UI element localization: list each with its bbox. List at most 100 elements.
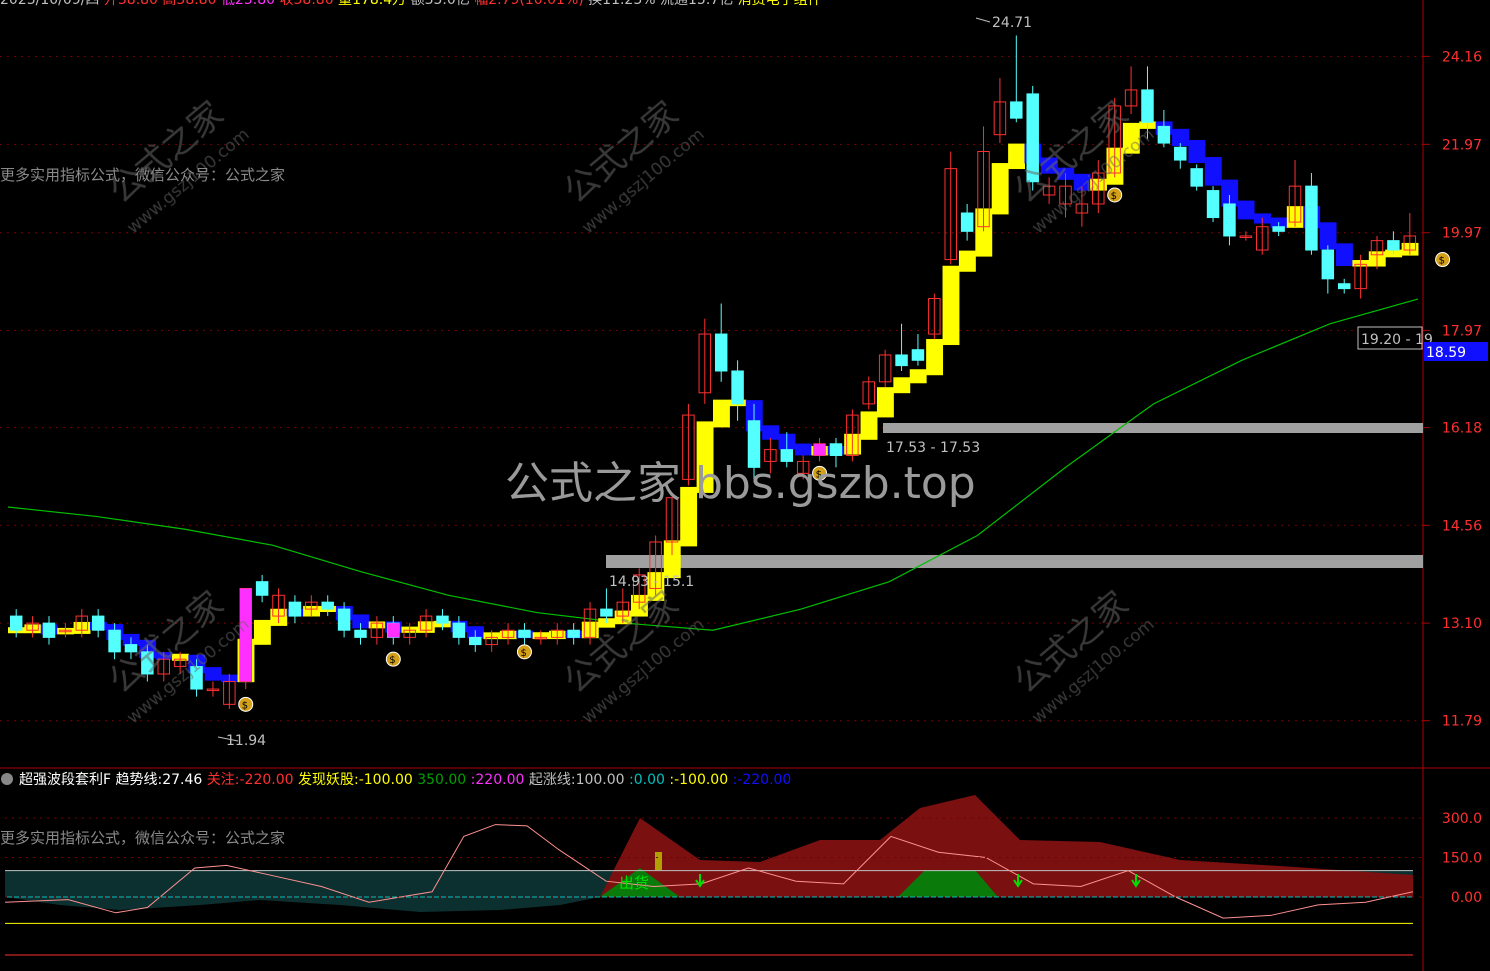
high-label: 24.71 bbox=[992, 15, 1032, 31]
candle-body bbox=[714, 333, 728, 372]
header-label: 幅 bbox=[470, 0, 488, 8]
header-value: 38.80 bbox=[118, 0, 158, 8]
header-value: 38.80 bbox=[294, 0, 334, 8]
indicator-tick-label: 300.0 bbox=[1442, 811, 1482, 827]
header-label: 开 bbox=[99, 0, 117, 8]
trend-block bbox=[794, 443, 812, 456]
legend-value: -220.00 bbox=[737, 772, 791, 788]
candle-body bbox=[518, 629, 531, 638]
candle-body bbox=[1010, 101, 1023, 119]
legend-label: : bbox=[665, 772, 674, 788]
candle-body bbox=[288, 601, 302, 617]
money-bag-icon: $ bbox=[385, 651, 401, 667]
legend-value: -220.00 bbox=[240, 772, 294, 788]
money-bag-symbol: $ bbox=[520, 648, 526, 659]
trend-block bbox=[204, 667, 222, 681]
trend-block bbox=[942, 265, 960, 346]
signal-candle bbox=[387, 623, 400, 638]
candle-body bbox=[600, 608, 613, 617]
money-bag-symbol: $ bbox=[242, 700, 248, 711]
candle-body bbox=[1321, 249, 1335, 280]
legend-label: 关注: bbox=[202, 772, 239, 788]
candle-body bbox=[9, 615, 23, 631]
price-tick-label: 14.56 bbox=[1442, 518, 1482, 534]
indicator-collapse-icon[interactable] bbox=[1, 773, 13, 785]
legend-label: 发现妖股: bbox=[294, 772, 359, 788]
header-label: 额 bbox=[406, 0, 424, 8]
candle-body bbox=[567, 629, 580, 638]
money-bag-icon: $ bbox=[238, 696, 254, 712]
header-label: 流通 bbox=[656, 0, 688, 8]
price-tick-label: 13.10 bbox=[1442, 616, 1482, 632]
header-label: 换 bbox=[584, 0, 602, 8]
money-bag-symbol: $ bbox=[1111, 191, 1117, 202]
money-bag-icon: $ bbox=[1435, 252, 1451, 268]
candle-body bbox=[1174, 146, 1187, 161]
price-tick-label: 21.97 bbox=[1442, 137, 1482, 153]
price-tick-label: 24.16 bbox=[1442, 49, 1482, 65]
header-value: 2.79(10.01%) bbox=[488, 0, 583, 8]
candle-body bbox=[1305, 185, 1318, 251]
header-label: 低 bbox=[217, 0, 235, 8]
indicator-name: 超强波段套利F bbox=[19, 772, 111, 788]
legend-value: -100.00 bbox=[674, 772, 728, 788]
candle-body bbox=[91, 615, 105, 631]
trend-block bbox=[958, 250, 976, 272]
sell-tag: 出货 bbox=[619, 874, 649, 892]
header-value: 11.23% bbox=[602, 0, 655, 8]
money-bag-icon: $ bbox=[516, 644, 532, 660]
trend-block bbox=[253, 619, 271, 645]
current-price: 18.59 bbox=[1426, 345, 1466, 361]
zone1-label: 14.93 - 15.1 bbox=[609, 574, 694, 590]
low-label: 11.94 bbox=[226, 733, 266, 749]
trend-block bbox=[1204, 157, 1222, 186]
indicator-red-area bbox=[600, 795, 1413, 897]
trend-block bbox=[1336, 243, 1353, 267]
candle-body bbox=[354, 629, 367, 638]
header-value: 178.4万 bbox=[352, 0, 406, 8]
center-watermark: 公式之家 bbs.gszb.top bbox=[505, 458, 976, 509]
signal-candle bbox=[813, 443, 826, 456]
candle-body bbox=[1337, 283, 1351, 290]
header-value: 38.80 bbox=[176, 0, 216, 8]
price-tick-label: 17.97 bbox=[1442, 323, 1482, 339]
legend-label: : bbox=[466, 772, 475, 788]
candle-body bbox=[436, 615, 449, 624]
trend-block bbox=[991, 163, 1009, 215]
candle-body bbox=[1223, 203, 1236, 237]
candle-body bbox=[1272, 226, 1285, 232]
candle-body bbox=[1190, 168, 1203, 187]
trend-block bbox=[1008, 143, 1026, 170]
header-value: 15.7亿 bbox=[688, 0, 733, 8]
indicator-tick-label: 150.0 bbox=[1442, 851, 1482, 867]
legend-value: 100.00 bbox=[576, 772, 625, 788]
trend-block bbox=[1188, 140, 1206, 164]
legend-label: 趋势线: bbox=[111, 772, 162, 788]
legend-value: 350.00 bbox=[417, 772, 466, 788]
money-bag-symbol: $ bbox=[389, 655, 395, 666]
candle-body bbox=[42, 622, 56, 638]
header-label: 量 bbox=[334, 0, 352, 8]
money-bag-icon: $ bbox=[1107, 187, 1123, 203]
candle-body bbox=[469, 636, 482, 646]
trend-block bbox=[926, 339, 944, 376]
zone2-label: 17.53 - 17.53 bbox=[886, 440, 980, 456]
quote-header: 2023/10/09/四 开38.80 高38.80 低25.80 收38.80… bbox=[0, 0, 822, 8]
candle-body bbox=[255, 581, 269, 596]
candle-body bbox=[1141, 89, 1154, 123]
trend-block bbox=[893, 377, 911, 394]
candle-body bbox=[452, 622, 466, 638]
legend-label: 起涨线: bbox=[524, 772, 575, 788]
indicator-legend: 超强波段套利F 趋势线:27.46 关注:-220.00 发现妖股:-100.0… bbox=[19, 772, 791, 788]
trend-block bbox=[909, 369, 927, 384]
header-date: 2023/10/09/四 bbox=[0, 0, 99, 8]
price-tick-label: 16.18 bbox=[1442, 421, 1482, 437]
price-tick-label: 11.79 bbox=[1442, 714, 1482, 730]
trend-block bbox=[876, 387, 894, 418]
price-axis: 24.16 21.97 19.97 17.97 16.18 14.56 13.10 11.79 bbox=[1423, 49, 1482, 730]
candle-body bbox=[1157, 125, 1171, 144]
legend-value: -100.00 bbox=[359, 772, 413, 788]
trend-block bbox=[713, 399, 730, 428]
trend-block bbox=[860, 411, 878, 440]
candle-body bbox=[731, 370, 744, 405]
